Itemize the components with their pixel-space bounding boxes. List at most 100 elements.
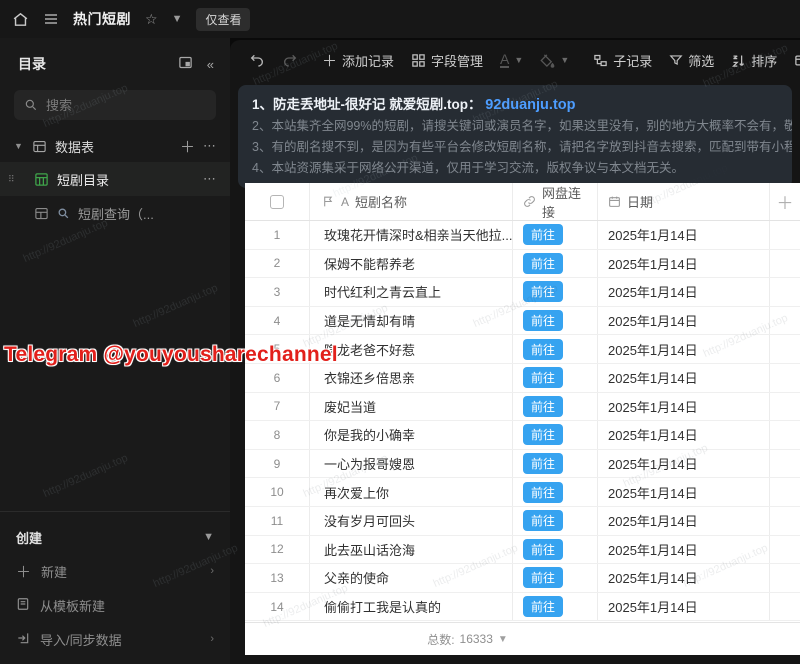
filter-button[interactable]: 筛选 <box>664 47 719 74</box>
drama-name-cell[interactable]: 偷偷打工我是认真的 <box>310 593 513 621</box>
drama-name-cell[interactable]: 废妃当道 <box>310 393 513 421</box>
go-button[interactable]: 前往 <box>523 482 563 503</box>
go-button[interactable]: 前往 <box>523 510 563 531</box>
go-button[interactable]: 前往 <box>523 310 563 331</box>
sidebar-search[interactable] <box>14 90 216 120</box>
search-icon <box>24 98 38 112</box>
template-icon <box>16 597 30 614</box>
collapse-sidebar-icon[interactable]: « <box>207 57 214 72</box>
drama-name-cell[interactable]: 没有岁月可回头 <box>310 507 513 535</box>
chevron-down-icon: ▼ <box>514 55 523 65</box>
add-record-button[interactable]: ＋ 添加记录 <box>317 46 399 75</box>
total-value: 16333 <box>460 632 493 646</box>
add-record-label: 添加记录 <box>342 51 394 70</box>
undo-icon[interactable] <box>244 48 270 72</box>
table-row: 10再次爱上你前往2025年1月14日 <box>245 478 800 507</box>
chevron-down-icon[interactable]: ▼ <box>498 634 508 645</box>
go-button[interactable]: 前往 <box>523 367 563 388</box>
table-row: 12此去巫山话沧海前往2025年1月14日 <box>245 536 800 565</box>
drag-handle[interactable]: ⠿ <box>8 177 16 182</box>
sidebar-section-datatables[interactable]: ▼ 数据表 ＋ ⋯ <box>0 130 230 162</box>
date-cell: 2025年1月14日 <box>598 250 770 278</box>
row-number: 9 <box>245 450 310 478</box>
import-label: 导入/同步数据 <box>40 630 122 649</box>
link-icon <box>523 195 536 208</box>
star-icon[interactable]: ☆ <box>145 11 158 28</box>
empty-cell <box>770 307 800 335</box>
sidebar-item-duanju-catalog[interactable]: ⠿ 短剧目录 ⋯ <box>0 162 230 196</box>
notice-line-4: 4、本站资源集采于网络公开渠道，仅用于学习交流，版权争议与本文档无关。 <box>252 158 778 179</box>
more-icon[interactable]: ⋯ <box>203 138 216 154</box>
group-button[interactable]: 分组 <box>789 47 800 74</box>
redo-icon[interactable] <box>277 48 303 72</box>
row-number: 2 <box>245 250 310 278</box>
home-icon[interactable] <box>12 11 29 28</box>
add-field-button[interactable]: ＋ <box>770 183 800 220</box>
drama-name-cell[interactable]: 一心为报哥嫂恩 <box>310 450 513 478</box>
empty-cell <box>770 421 800 449</box>
date-cell: 2025年1月14日 <box>598 564 770 592</box>
go-button[interactable]: 前往 <box>523 596 563 617</box>
table-row: 1玫瑰花开情深时&相亲当天他拉...前往2025年1月14日 <box>245 221 800 250</box>
row-number: 10 <box>245 478 310 506</box>
empty-cell <box>770 364 800 392</box>
field-manage-button[interactable]: 字段管理 <box>406 47 488 74</box>
column-header-name[interactable]: A 短剧名称 <box>310 183 513 220</box>
fill-color-button[interactable]: ▼ <box>535 49 574 72</box>
column-header-date[interactable]: 日期 <box>598 183 770 220</box>
drama-name-cell[interactable]: 此去巫山话沧海 <box>310 536 513 564</box>
chevron-right-icon: › <box>210 633 214 645</box>
go-button[interactable]: 前往 <box>523 339 563 360</box>
sub-record-label: 子记录 <box>613 51 652 70</box>
drama-name-cell[interactable]: 保姆不能帮养老 <box>310 250 513 278</box>
table-row: 11没有岁月可回头前往2025年1月14日 <box>245 507 800 536</box>
empty-cell <box>770 393 800 421</box>
go-button[interactable]: 前往 <box>523 224 563 245</box>
drama-name-cell[interactable]: 父亲的使命 <box>310 564 513 592</box>
column-header-link[interactable]: 网盘连接 <box>513 183 598 220</box>
column-title: 网盘连接 <box>542 183 587 220</box>
go-button[interactable]: 前往 <box>523 567 563 588</box>
group-icon <box>794 53 800 68</box>
add-table-icon[interactable]: ＋ <box>180 136 195 157</box>
drama-name-cell[interactable]: 道是无情却有晴 <box>310 307 513 335</box>
drama-name-cell[interactable]: 玫瑰花开情深时&相亲当天他拉... <box>310 221 513 249</box>
go-button[interactable]: 前往 <box>523 424 563 445</box>
drama-name-cell[interactable]: 衣锦还乡倍思亲 <box>310 364 513 392</box>
go-button[interactable]: 前往 <box>523 453 563 474</box>
section-label: 数据表 <box>55 137 172 156</box>
table-footer: 总数: 16333 ▼ <box>245 622 800 655</box>
go-button[interactable]: 前往 <box>523 396 563 417</box>
sidebar-item-duanju-query[interactable]: 短剧查询（... <box>0 196 230 230</box>
new-button[interactable]: ＋ 新建 › <box>0 554 230 588</box>
drama-name-cell[interactable]: 时代红利之青云直上 <box>310 278 513 306</box>
create-section-header[interactable]: 创建 ▼ <box>0 520 230 554</box>
menu-icon[interactable] <box>43 11 59 27</box>
panel-toggle-icon[interactable] <box>178 55 193 73</box>
sort-button[interactable]: 排序 <box>726 47 782 74</box>
sub-record-button[interactable]: 子记录 <box>588 47 657 74</box>
sub-record-icon <box>593 53 608 68</box>
drama-name-cell[interactable]: 你是我的小确幸 <box>310 421 513 449</box>
import-sync-button[interactable]: 导入/同步数据 › <box>0 622 230 656</box>
select-all-checkbox[interactable] <box>270 195 284 209</box>
text-color-icon: A <box>500 52 509 68</box>
notice-line-1-text: 1、防走丢地址-很好记 就爱短剧.top： <box>252 97 482 112</box>
empty-cell <box>770 278 800 306</box>
go-button[interactable]: 前往 <box>523 281 563 302</box>
drama-name-cell[interactable]: 隐龙老爸不好惹 <box>310 335 513 363</box>
row-number: 7 <box>245 393 310 421</box>
netdisk-link-cell: 前往 <box>513 221 598 249</box>
drama-name-cell[interactable]: 再次爱上你 <box>310 478 513 506</box>
empty-cell <box>770 593 800 621</box>
text-color-button[interactable]: A ▼ <box>495 48 528 72</box>
caret-down-icon[interactable]: ▼ <box>14 141 24 151</box>
new-from-template-button[interactable]: 从模板新建 <box>0 588 230 622</box>
go-button[interactable]: 前往 <box>523 253 563 274</box>
chevron-down-icon[interactable]: ▼ <box>172 13 183 25</box>
more-icon[interactable]: ⋯ <box>203 171 216 187</box>
search-input[interactable] <box>46 98 206 113</box>
notice-link[interactable]: 92duanju.top <box>485 97 575 113</box>
go-button[interactable]: 前往 <box>523 539 563 560</box>
empty-cell <box>770 478 800 506</box>
